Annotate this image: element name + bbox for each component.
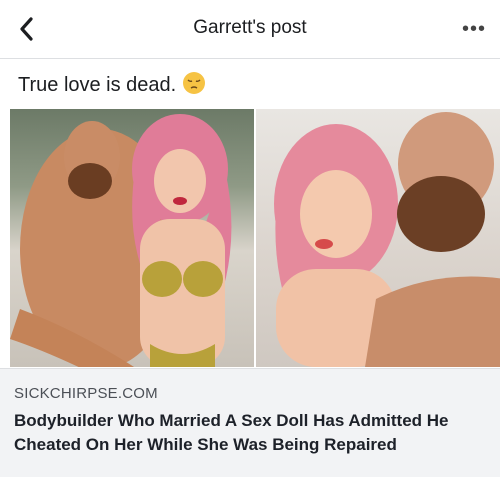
post-image-left[interactable] xyxy=(10,109,254,367)
photo-right-illustration xyxy=(274,112,500,367)
post-text: True love is dead. xyxy=(18,74,177,96)
post-header: Garrett's post ••• xyxy=(0,0,500,59)
link-headline[interactable]: Bodybuilder Who Married A Sex Doll Has A… xyxy=(14,409,484,457)
link-preview[interactable]: SICKCHIRPSE.COM Bodybuilder Who Married … xyxy=(0,368,500,477)
link-domain: SICKCHIRPSE.COM xyxy=(14,385,158,402)
post-images[interactable] xyxy=(0,109,500,367)
post-image-right[interactable] xyxy=(256,109,500,367)
pensive-face-emoji-icon xyxy=(182,72,205,94)
post-body: True love is dead. xyxy=(0,59,500,105)
page-title: Garrett's post xyxy=(193,17,307,38)
photo-left-illustration xyxy=(10,114,232,367)
more-dots-icon[interactable]: ••• xyxy=(462,18,486,41)
